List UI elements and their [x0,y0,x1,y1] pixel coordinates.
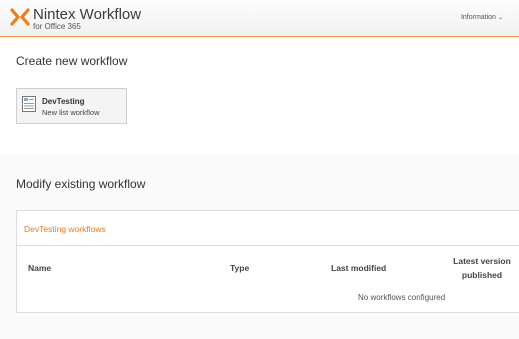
tile-name: DevTesting [42,97,85,106]
column-header-name[interactable]: Name [28,263,51,273]
column-header-last-modified[interactable]: Last modified [331,263,386,273]
column-header-latest-version[interactable]: Latest version published [447,254,517,282]
header-bar: Nintex Workflow for Office 365 Informati… [0,0,519,37]
nintex-logo[interactable]: Nintex Workflow for Office 365 [8,5,168,33]
new-list-workflow-tile[interactable]: DevTesting New list workflow [16,88,127,124]
modify-section-title: Modify existing workflow [16,177,146,191]
information-menu[interactable]: Information ⌄ [461,14,503,21]
column-header-type[interactable]: Type [230,263,249,273]
chevron-down-icon: ⌄ [497,15,503,21]
logo-title: Nintex Workflow [33,6,142,23]
tile-subtitle: New list workflow [42,108,100,117]
workflows-panel-header: DevTesting workflows [17,211,519,246]
workflows-panel: DevTesting workflows Name Type Last modi… [16,210,519,313]
information-menu-label: Information [460,14,496,21]
create-section-title: Create new workflow [16,54,128,68]
logo-subtitle: for Office 365 [33,22,81,31]
empty-state-message: No workflows configured [358,293,446,302]
nintex-x-icon [10,8,30,26]
workflows-panel-title: DevTesting workflows [24,224,106,234]
list-workflow-icon [22,96,36,112]
